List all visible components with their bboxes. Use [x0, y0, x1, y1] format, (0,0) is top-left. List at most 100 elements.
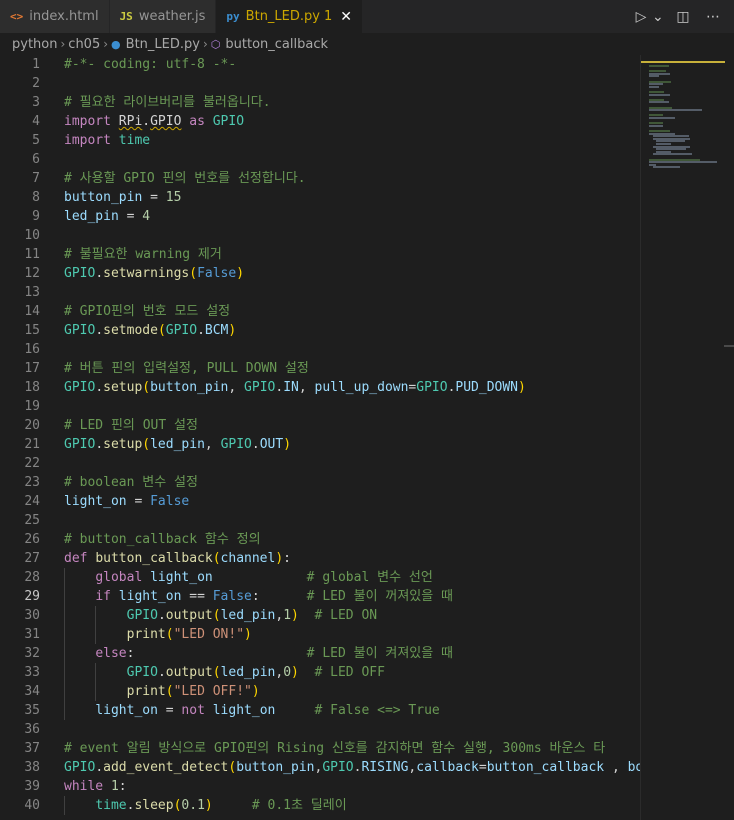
code-line[interactable]: 34 print("LED OFF!")	[0, 682, 640, 701]
chevron-right-icon: ›	[202, 37, 208, 51]
code-line[interactable]: 19	[0, 397, 640, 416]
code-text: # 필요한 라이브버리를 불러옵니다.	[64, 95, 271, 110]
minimap-line	[652, 153, 693, 156]
split-editor-icon[interactable]: ◫	[674, 9, 692, 25]
code-line[interactable]: 11 # 불필요한 warning 제거	[0, 245, 640, 264]
line-number: 40	[24, 798, 40, 813]
line-number: 10	[24, 228, 40, 243]
code-line[interactable]: 17 # 버튼 핀의 입력설정, PULL DOWN 설정	[0, 359, 640, 378]
code-line[interactable]: 15 GPIO.setmode(GPIO.BCM)	[0, 321, 640, 340]
code-line[interactable]: 37 # event 알림 방식으로 GPIO핀의 Rising 신호를 감지하면…	[0, 739, 640, 758]
code-line[interactable]: 38 GPIO.add_event_detect(button_pin,GPIO.…	[0, 758, 640, 777]
code-line[interactable]: 39 while 1:	[0, 777, 640, 796]
tab-weather-js[interactable]: JS weather.js	[109, 0, 217, 33]
code-line[interactable]: 20 # LED 핀의 OUT 설정	[0, 416, 640, 435]
line-number: 28	[24, 570, 40, 585]
code-line[interactable]: 32 else: # LED 불이 켜져있을 때	[0, 644, 640, 663]
code-line[interactable]: 22	[0, 454, 640, 473]
code-line[interactable]: 25	[0, 511, 640, 530]
code-line[interactable]: 27 def button_callback(channel):	[0, 549, 640, 568]
line-number: 15	[24, 323, 40, 338]
line-number: 2	[32, 76, 40, 91]
code-text: # boolean 변수 설정	[64, 475, 198, 490]
code-line[interactable]: 12 GPIO.setwarnings(False)	[0, 264, 640, 283]
close-icon[interactable]: ✕	[340, 9, 352, 25]
code-text: # event 알림 방식으로 GPIO핀의 Rising 신호를 감지하면 함…	[64, 741, 606, 756]
line-number: 17	[24, 361, 40, 376]
code-line[interactable]: 29 if light_on == False: # LED 불이 꺼져있을 때	[0, 587, 640, 606]
code-text: #-*- coding: utf-8 -*-	[64, 57, 237, 72]
line-number: 38	[24, 760, 40, 775]
python-file-icon: py	[226, 10, 240, 23]
code-line[interactable]: 16	[0, 340, 640, 359]
minimap[interactable]	[640, 55, 734, 820]
line-number: 39	[24, 779, 40, 794]
code-line[interactable]: 7 # 사용할 GPIO 핀의 번호를 선정합니다.	[0, 169, 640, 188]
code-line[interactable]: 24 light_on = False	[0, 492, 640, 511]
code-line[interactable]: 6	[0, 150, 640, 169]
minimap-line	[652, 166, 680, 169]
line-number: 14	[24, 304, 40, 319]
code-text: GPIO.output(led_pin,1) # LED ON	[126, 608, 378, 623]
code-line[interactable]: 40 time.sleep(0.1) # 0.1초 딜레이	[0, 796, 640, 815]
code-text: print("LED OFF!")	[126, 684, 260, 699]
code-text: GPIO.add_event_detect(button_pin,GPIO.RI…	[64, 760, 640, 775]
minimap-line	[649, 101, 669, 104]
line-number: 8	[32, 190, 40, 205]
breadcrumb: python › ch05 › ● Btn_LED.py › ⬡ button_…	[0, 33, 734, 55]
code-line[interactable]: 4 import RPi.GPIO as GPIO	[0, 112, 640, 131]
code-line[interactable]: 5 import time	[0, 131, 640, 150]
code-line[interactable]: 21 GPIO.setup(led_pin, GPIO.OUT)	[0, 435, 640, 454]
code-line[interactable]: 35 light_on = not light_on # False <=> T…	[0, 701, 640, 720]
code-line[interactable]: 1 #-*- coding: utf-8 -*-	[0, 55, 640, 74]
run-icon[interactable]: ▷	[632, 9, 650, 25]
code-line[interactable]: 13	[0, 283, 640, 302]
code-line[interactable]: 23 # boolean 변수 설정	[0, 473, 640, 492]
code-line[interactable]: 30 GPIO.output(led_pin,1) # LED ON	[0, 606, 640, 625]
code-line[interactable]: 8 button_pin = 15	[0, 188, 640, 207]
code-line[interactable]: 26 # button_callback 함수 정의	[0, 530, 640, 549]
code-line[interactable]: 2	[0, 74, 640, 93]
more-actions-icon[interactable]: ⋯	[704, 9, 722, 25]
code-text: GPIO.setmode(GPIO.BCM)	[64, 323, 237, 338]
line-number: 19	[24, 399, 40, 414]
tab-index-html[interactable]: <> index.html	[0, 0, 110, 33]
vertical-scrollbar[interactable]	[724, 55, 734, 820]
html-file-icon: <>	[10, 10, 24, 23]
breadcrumb-symbol[interactable]: button_callback	[225, 37, 328, 52]
code-line[interactable]: 36	[0, 720, 640, 739]
code-line[interactable]: 28 global light_on # global 변수 선언	[0, 568, 640, 587]
code-line[interactable]: 3 # 필요한 라이브버리를 불러옵니다.	[0, 93, 640, 112]
line-number: 33	[24, 665, 40, 680]
breadcrumb-folder-python[interactable]: python	[12, 37, 57, 52]
line-number: 22	[24, 456, 40, 471]
code-line[interactable]: 31 print("LED ON!")	[0, 625, 640, 644]
code-text: else: # LED 불이 켜져있을 때	[95, 646, 454, 661]
code-line[interactable]: 18 GPIO.setup(button_pin, GPIO.IN, pull_u…	[0, 378, 640, 397]
line-number: 35	[24, 703, 40, 718]
code-line[interactable]: 33 GPIO.output(led_pin,0) # LED OFF	[0, 663, 640, 682]
code-line[interactable]: 14 # GPIO핀의 번호 모드 설정	[0, 302, 640, 321]
line-number: 5	[32, 133, 40, 148]
code-text: def button_callback(channel):	[64, 551, 291, 566]
problem-count-badge: 1	[323, 9, 333, 24]
line-number: 31	[24, 627, 40, 642]
code-line[interactable]: 10	[0, 226, 640, 245]
code-text: GPIO.setup(button_pin, GPIO.IN, pull_up_…	[64, 380, 526, 395]
tab-label: weather.js	[138, 9, 206, 24]
scrollbar-thumb[interactable]	[724, 345, 734, 347]
editor-tab-bar: <> index.html JS weather.js py Btn_LED.p…	[0, 0, 734, 33]
tab-btn-led-py[interactable]: py Btn_LED.py 1 ✕	[216, 0, 363, 33]
line-number: 32	[24, 646, 40, 661]
line-number: 36	[24, 722, 40, 737]
minimap-line	[649, 161, 717, 164]
minimap-line	[649, 85, 659, 88]
line-number: 4	[32, 114, 40, 129]
chevron-down-icon[interactable]: ⌄	[652, 9, 664, 25]
minimap-line	[649, 124, 664, 127]
chevron-right-icon: ›	[60, 37, 66, 51]
code-line[interactable]: 9 led_pin = 4	[0, 207, 640, 226]
code-editor[interactable]: 1 #-*- coding: utf-8 -*- 2 3 # 필요한 라이브버리를 불러…	[0, 55, 640, 820]
breadcrumb-folder-ch05[interactable]: ch05	[68, 37, 100, 52]
breadcrumb-file[interactable]: Btn_LED.py	[126, 37, 200, 52]
